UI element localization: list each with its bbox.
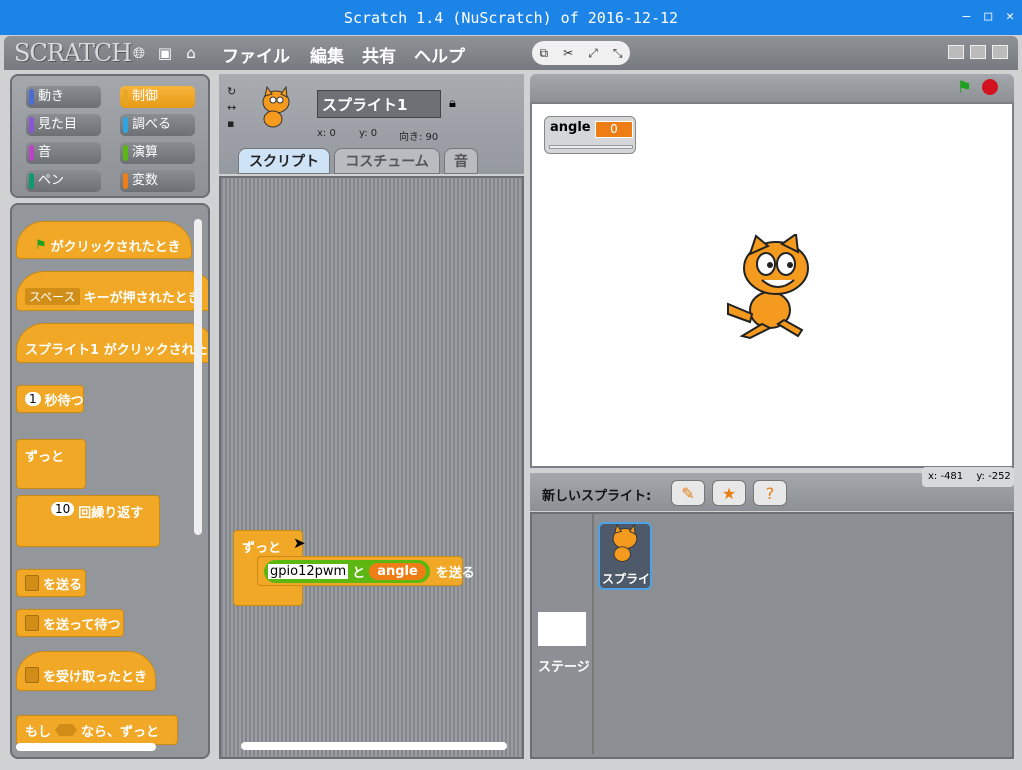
share-icon[interactable]: ⌂ [182,44,200,62]
mouse-x: x: -481 [928,471,964,482]
block-palette: ⚑ がクリックされたとき スペース キーが押されたとき スプライト1 がクリック… [10,203,210,759]
edit-mode-group: ⧉ ✂ ⤢ ⤡ [532,41,630,65]
stage-label: ステージ [538,660,590,675]
sprite-thumbnail [255,85,297,132]
scissors-icon[interactable]: ✂ [563,46,573,60]
presentation-icon[interactable] [992,45,1008,59]
tab-scripts[interactable]: スクリプト [238,148,330,174]
palette-hscroll[interactable] [16,743,156,751]
stage-divider [592,514,594,754]
block-when-sprite-clicked[interactable]: スプライト1 がクリックされたとき [16,323,208,363]
mouse-cursor-icon: ➤ [293,534,306,552]
script-area[interactable]: ずっと gpio12pwm と angle を送る ➤ [219,176,524,759]
sprite-direction: 向き: 90 [399,132,439,143]
mouse-coords: x: -481 y: -252 [922,467,1014,487]
rotation-style-group: ↻ ↔ ▪ [227,84,241,132]
title-bar: Scratch 1.4 (NuScratch) of 2016-12-12 – … [0,0,1022,35]
receive-dropdown[interactable] [25,667,39,683]
sprite-list: ステージ スプライト1 [530,512,1014,759]
wait-seconds-input[interactable]: 1 [25,392,41,406]
category-operators[interactable]: 演算 [120,142,195,164]
category-control[interactable]: 制御 [120,86,195,108]
category-selector: 動き 制御 見た目 調べる 音 演算 ペン 変数 [10,74,210,198]
sprite-y: y: 0 [359,128,378,139]
category-variables[interactable]: 変数 [120,170,195,192]
repeat-count-input[interactable]: 10 [51,502,75,516]
category-pen[interactable]: ペン [26,170,101,192]
tab-costumes[interactable]: コスチューム [334,148,440,174]
menu-help[interactable]: ヘルプ [414,42,465,67]
variable-value: 0 [595,121,633,138]
sprite-name-field[interactable]: スプライト1 [317,90,441,118]
normal-stage-icon[interactable] [970,45,986,59]
green-flag-icon: ⚑ [35,237,47,253]
menu-bar: SCRATCH 🌐︎ ▣ ⌂ ファイル 編集 共有 ヘルプ ⧉ ✂ ⤢ ⤡ [4,36,1018,70]
random-sprite-button[interactable]: ? [753,480,787,506]
rotate-icon[interactable]: ↻ [227,84,241,100]
category-looks[interactable]: 見た目 [26,114,101,136]
sprite-x: x: 0 [317,128,336,139]
broadcast-dropdown[interactable] [25,575,39,591]
script-hscroll[interactable] [241,742,507,750]
broadcast-wait-dropdown[interactable] [25,615,39,631]
boolean-slot[interactable] [55,724,78,736]
new-sprite-label: 新しいスプライト: [542,489,652,504]
angle-reporter[interactable]: angle [369,562,426,580]
maximize-icon[interactable]: □ [984,9,992,24]
stamp-icon[interactable]: ⧉ [540,46,549,61]
block-forever-if[interactable]: もし なら、ずっと [16,715,178,745]
key-dropdown[interactable]: スペース [25,287,80,305]
small-stage-icon[interactable] [948,45,964,59]
sprite-thumb-card[interactable]: スプライト1 [598,522,652,590]
mouse-y: y: -252 [976,471,1011,482]
category-motion[interactable]: 動き [26,86,101,108]
scratch-window: Scratch 1.4 (NuScratch) of 2016-12-12 – … [0,0,1022,770]
menu-file[interactable]: ファイル [222,42,290,67]
block-repeat[interactable]: 10 回繰り返す [16,495,160,547]
block-wait[interactable]: 1 秒待つ [16,385,84,413]
choose-sprite-button[interactable]: ★ [712,480,746,506]
variable-name: angle [550,120,591,135]
flip-icon[interactable]: ↔ [227,100,241,116]
cat-sprite[interactable] [722,234,822,340]
close-icon[interactable]: ✕ [1006,9,1014,24]
globe-icon[interactable]: 🌐︎ [130,44,148,62]
category-sensing[interactable]: 調べる [120,114,195,136]
stage-toolbar: ⚑ [530,74,1014,102]
shrink-icon[interactable]: ⤡ [613,46,623,61]
grow-icon[interactable]: ⤢ [588,46,598,61]
view-mode-group [948,45,1008,59]
message-input[interactable]: gpio12pwm [268,563,349,579]
sprite-thumb-label: スプライト1 [602,572,651,586]
cat-icon [612,524,638,562]
block-broadcast-and-wait[interactable]: を送って待つ [16,609,124,637]
stage-thumbnail[interactable] [538,612,586,646]
lock-icon[interactable]: 🔒︎ [449,96,456,111]
green-flag-button[interactable]: ⚑ [957,78,972,98]
minimize-icon[interactable]: – [963,9,971,24]
menu-share[interactable]: 共有 [362,42,396,67]
variable-slider[interactable] [549,145,633,149]
block-when-receive[interactable]: を受け取ったとき [16,651,156,691]
variable-monitor[interactable]: angle 0 [544,116,636,154]
no-rotate-icon[interactable]: ▪ [227,116,241,132]
save-icon[interactable]: ▣ [156,44,174,62]
tab-sounds[interactable]: 音 [444,148,478,174]
palette-vscroll[interactable] [194,219,202,535]
block-when-flag-clicked[interactable]: ⚑ がクリックされたとき [16,221,192,259]
cat-icon [262,85,290,128]
script-broadcast-block[interactable]: gpio12pwm と angle を送る [257,556,475,586]
menu-edit[interactable]: 編集 [310,42,344,67]
stop-button[interactable] [982,79,998,95]
stage[interactable]: angle 0 [530,102,1014,468]
join-reporter[interactable]: gpio12pwm と angle [264,559,430,583]
window-title: Scratch 1.4 (NuScratch) of 2016-12-12 [343,8,679,27]
block-forever[interactable]: ずっと [16,439,86,489]
paint-sprite-button[interactable]: ✎ [671,480,705,506]
block-when-key-pressed[interactable]: スペース キーが押されたとき [16,271,208,311]
block-broadcast[interactable]: を送る [16,569,86,597]
scratch-logo: SCRATCH [14,39,132,67]
category-sound[interactable]: 音 [26,142,101,164]
